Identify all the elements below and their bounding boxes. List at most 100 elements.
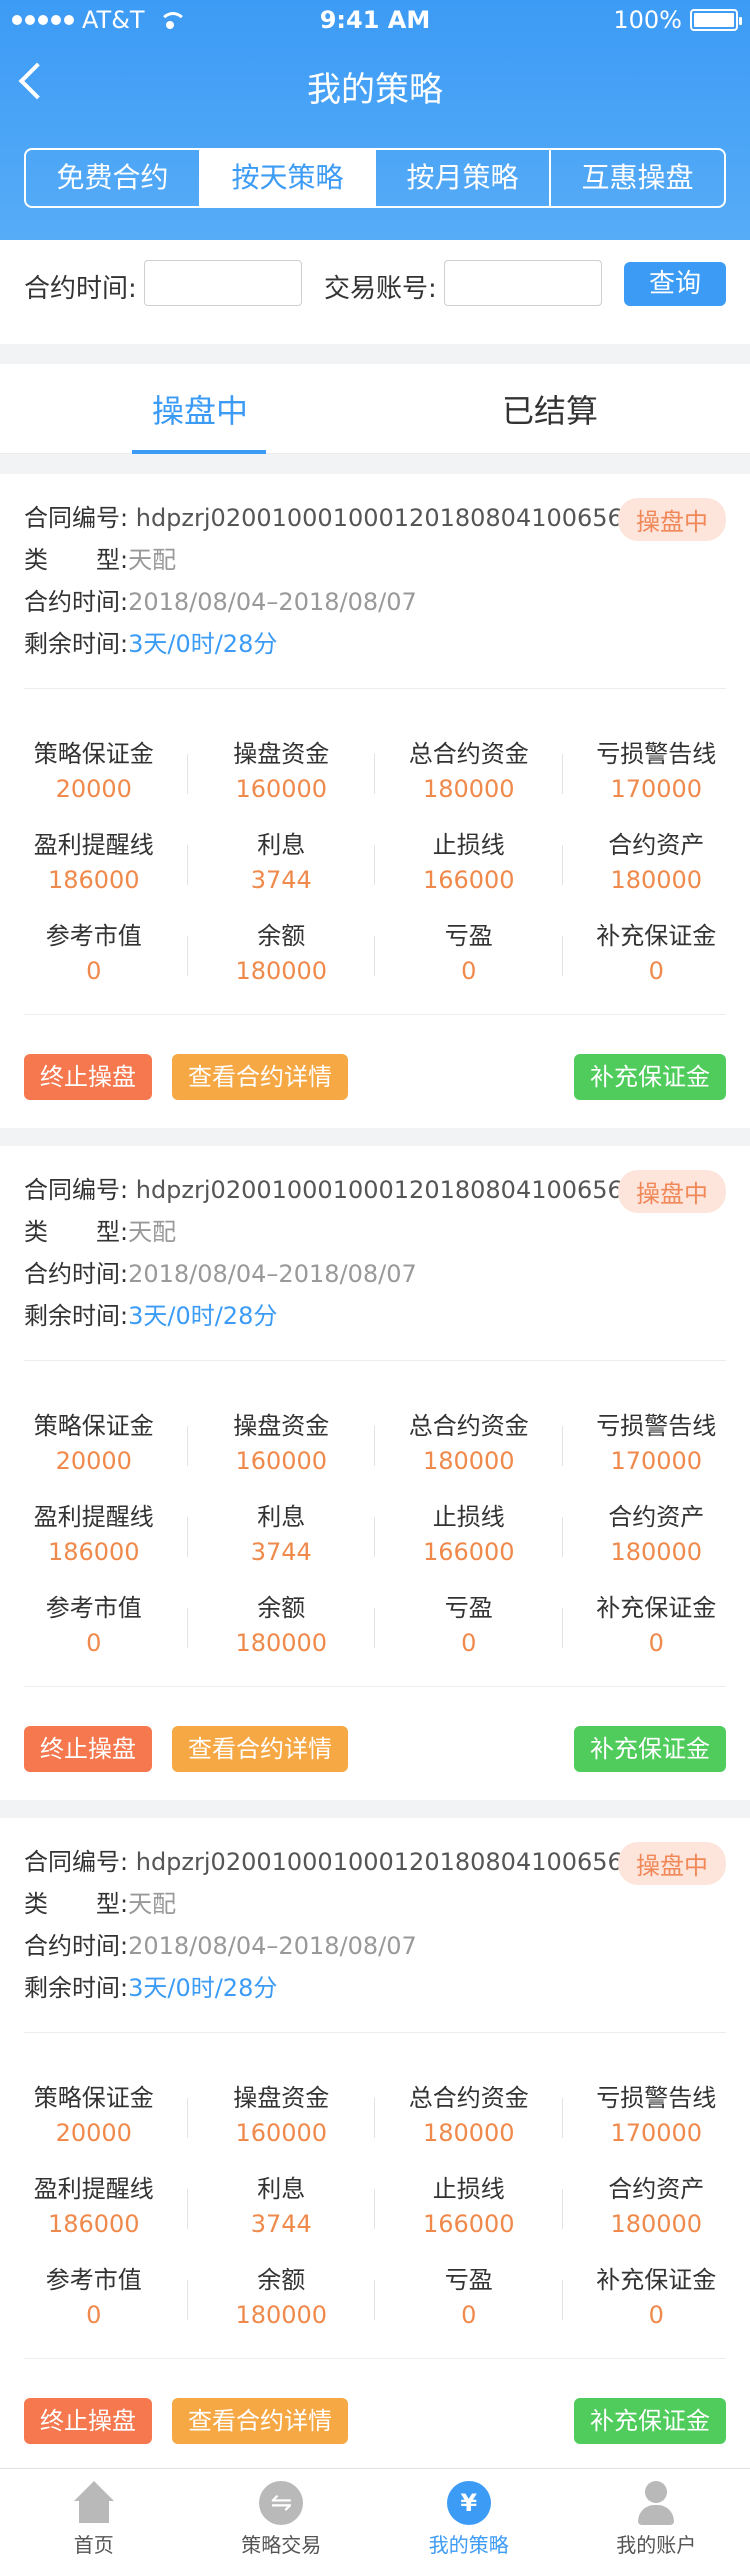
remain-row: 剩余时间:3天/0时/28分 xyxy=(24,1296,277,1331)
tab-free-contract[interactable]: 免费合约 xyxy=(26,150,201,206)
stat-label: 参考市值 xyxy=(45,922,142,950)
stat-cell: 操盘资金 160000 xyxy=(188,2066,375,2157)
period-label: 合约时间: xyxy=(24,588,129,616)
stat-label: 策略保证金 xyxy=(33,2084,154,2112)
add-margin-button[interactable]: 补充保证金 xyxy=(574,2398,726,2444)
stop-trading-button[interactable]: 终止操盘 xyxy=(24,2398,152,2444)
stat-cell: 止损线 166000 xyxy=(375,2157,563,2248)
stat-cell: 余额 180000 xyxy=(188,2248,375,2339)
stats-row: 参考市值 0 余额 180000 亏盈 0 补充保证金 0 xyxy=(0,2248,750,2339)
home-icon xyxy=(72,2481,116,2525)
type-label: 类 型: xyxy=(24,1890,129,1918)
view-contract-detail-button[interactable]: 查看合约详情 xyxy=(172,1054,348,1100)
tabbar-item-trade[interactable]: ⇋ 策略交易 xyxy=(188,2469,376,2568)
stats-grid: 策略保证金 20000 操盘资金 160000 总合约资金 180000 亏损警告线 1700… xyxy=(0,722,750,995)
divider xyxy=(24,1360,726,1361)
stat-value: 180000 xyxy=(235,1629,328,1657)
stat-cell: 止损线 166000 xyxy=(375,1485,563,1576)
stat-value: 186000 xyxy=(47,2210,140,2238)
stats-row: 盈利提醒线 186000 利息 3744 止损线 166000 合约资产 180000 xyxy=(0,1485,750,1576)
view-contract-detail-button[interactable]: 查看合约详情 xyxy=(172,2398,348,2444)
stat-value: 180000 xyxy=(422,2119,515,2147)
stat-label: 补充保证金 xyxy=(596,922,717,950)
contract-no-label: 合同编号: xyxy=(24,1848,129,1876)
stat-cell: 补充保证金 0 xyxy=(563,904,750,995)
stat-value: 20000 xyxy=(55,1447,132,1475)
tabbar-item-account[interactable]: 我的账户 xyxy=(563,2469,750,2568)
stat-cell: 盈利提醒线 186000 xyxy=(0,813,188,904)
stat-cell: 盈利提醒线 186000 xyxy=(0,2157,188,2248)
stat-value: 20000 xyxy=(55,775,132,803)
tab-trading[interactable]: 操盘中 xyxy=(152,386,248,432)
stat-label: 亏损警告线 xyxy=(596,1412,717,1440)
battery-percent: 100% xyxy=(613,6,682,34)
status-badge: 操盘中 xyxy=(618,498,726,541)
type-value: 天配 xyxy=(128,1890,177,1918)
account-input[interactable] xyxy=(444,260,602,306)
view-contract-detail-button[interactable]: 查看合约详情 xyxy=(172,1726,348,1772)
type-value: 天配 xyxy=(128,1218,177,1246)
stat-cell: 总合约资金 180000 xyxy=(375,1394,563,1485)
stat-cell: 补充保证金 0 xyxy=(563,1576,750,1667)
stat-label: 补充保证金 xyxy=(596,2266,717,2294)
battery-icon xyxy=(690,9,742,31)
stat-cell: 参考市值 0 xyxy=(0,2248,188,2339)
stats-row: 策略保证金 20000 操盘资金 160000 总合约资金 180000 亏损警告线 1700… xyxy=(0,1394,750,1485)
remain-label: 剩余时间: xyxy=(24,630,129,658)
stat-cell: 总合约资金 180000 xyxy=(375,722,563,813)
tab-settled[interactable]: 已结算 xyxy=(502,386,598,432)
stat-cell: 止损线 166000 xyxy=(375,813,563,904)
period-label: 合约时间: xyxy=(24,1932,129,1960)
tab-mutual-trading[interactable]: 互惠操盘 xyxy=(551,150,724,206)
stat-label: 亏损警告线 xyxy=(596,740,717,768)
stat-cell: 合约资产 180000 xyxy=(563,1485,750,1576)
contract-time-input[interactable] xyxy=(144,260,302,306)
navbar: 我的策略 xyxy=(0,44,750,124)
filter-bar: 合约时间: 交易账号: 查询 xyxy=(0,240,750,344)
tab-monthly-strategy[interactable]: 按月策略 xyxy=(376,150,551,206)
stop-trading-button[interactable]: 终止操盘 xyxy=(24,1054,152,1100)
stat-label: 余额 xyxy=(257,922,306,950)
tabbar-item-my-strategy[interactable]: ¥ 我的策略 xyxy=(375,2469,563,2568)
stat-cell: 利息 3744 xyxy=(188,1485,375,1576)
status-tabs: 操盘中 已结算 xyxy=(0,364,750,454)
add-margin-button[interactable]: 补充保证金 xyxy=(574,1726,726,1772)
remain-row: 剩余时间:3天/0时/28分 xyxy=(24,1968,277,2003)
stat-label: 止损线 xyxy=(432,2175,505,2203)
stat-cell: 余额 180000 xyxy=(188,1576,375,1667)
stat-cell: 亏损警告线 170000 xyxy=(563,722,750,813)
stat-label: 合约资产 xyxy=(608,1503,705,1531)
stat-cell: 利息 3744 xyxy=(188,813,375,904)
stat-value: 180000 xyxy=(422,775,515,803)
stat-cell: 余额 180000 xyxy=(188,904,375,995)
stat-value: 170000 xyxy=(610,1447,703,1475)
stat-value: 3744 xyxy=(250,2210,312,2238)
contract-card: 合同编号: hdpzrj020010001000120180804100656 操… xyxy=(0,1146,750,1800)
stat-label: 余额 xyxy=(257,2266,306,2294)
stat-cell: 操盘资金 160000 xyxy=(188,722,375,813)
divider xyxy=(24,2032,726,2033)
stop-trading-button[interactable]: 终止操盘 xyxy=(24,1726,152,1772)
stats-grid: 策略保证金 20000 操盘资金 160000 总合约资金 180000 亏损警告线 1700… xyxy=(0,2066,750,2339)
contract-time-label: 合约时间: xyxy=(24,274,137,304)
stat-label: 利息 xyxy=(257,831,306,859)
stat-cell: 亏盈 0 xyxy=(375,904,563,995)
remain-label: 剩余时间: xyxy=(24,1302,129,1330)
stat-value: 180000 xyxy=(610,2210,703,2238)
stat-cell: 策略保证金 20000 xyxy=(0,722,188,813)
tabbar-label: 我的策略 xyxy=(428,2533,509,2557)
stat-value: 166000 xyxy=(422,1538,515,1566)
stat-value: 180000 xyxy=(610,866,703,894)
period-value: 2018/08/04–2018/08/07 xyxy=(128,1260,417,1288)
page-title: 我的策略 xyxy=(307,70,443,110)
stat-label: 操盘资金 xyxy=(233,1412,330,1440)
strategy-icon: ¥ xyxy=(446,2481,491,2525)
tab-daily-strategy[interactable]: 按天策略 xyxy=(201,150,376,206)
add-margin-button[interactable]: 补充保证金 xyxy=(574,1054,726,1100)
stat-value: 186000 xyxy=(47,866,140,894)
stat-value: 180000 xyxy=(610,1538,703,1566)
stat-label: 止损线 xyxy=(432,831,505,859)
tabbar-item-home[interactable]: 首页 xyxy=(0,2469,188,2568)
account-label: 交易账号: xyxy=(324,274,437,304)
query-button[interactable]: 查询 xyxy=(624,262,726,306)
